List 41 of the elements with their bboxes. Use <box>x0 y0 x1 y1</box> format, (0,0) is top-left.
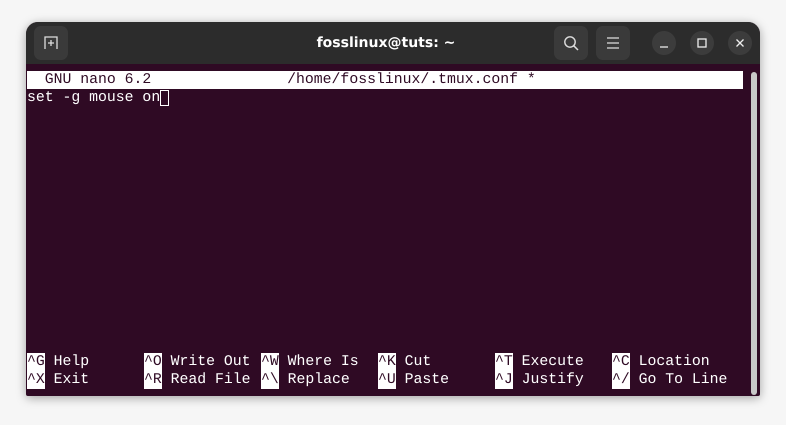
menu-button[interactable] <box>596 26 630 60</box>
shortcut-label: Justify <box>522 371 584 389</box>
shortcut-key: ^X <box>27 371 45 389</box>
shortcut-label: Exit <box>54 371 90 389</box>
editor-version: GNU nano 6.2 <box>44 71 152 89</box>
shortcut-key: ^U <box>378 371 396 389</box>
shortcut-key: ^\ <box>261 371 279 389</box>
minimize-icon <box>659 46 669 48</box>
shortcut-label: Cut <box>404 353 432 371</box>
shortcut-key: ^O <box>144 353 162 371</box>
shortcut-label: Location <box>638 353 710 371</box>
shortcut-label: Replace <box>288 371 350 389</box>
scrollbar[interactable] <box>751 72 757 395</box>
shortcut-label: Write Out <box>170 353 251 371</box>
shortcut-key: ^T <box>495 353 513 371</box>
shortcut-label: Execute <box>522 353 584 371</box>
shortcut-label: Where Is <box>288 353 359 371</box>
new-tab-icon <box>44 36 58 50</box>
file-name: /home/fosslinux/.tmux.conf * <box>287 71 536 89</box>
shortcut-label: Read File <box>170 371 251 389</box>
search-icon <box>563 35 579 51</box>
shortcut-label: Help <box>54 353 90 371</box>
shortcut-key: ^W <box>261 353 279 371</box>
search-button[interactable] <box>554 26 588 60</box>
code-line: set -g mouse on <box>27 89 160 107</box>
shortcut-key: ^G <box>27 353 45 371</box>
shortcut-key: ^R <box>144 371 162 389</box>
new-tab-button[interactable] <box>34 26 68 60</box>
maximize-icon <box>697 38 707 48</box>
shortcut-key: ^K <box>378 353 396 371</box>
close-icon <box>735 38 745 48</box>
close-button[interactable] <box>728 31 752 55</box>
shortcut-key: ^C <box>612 353 630 371</box>
shortcut-label: Go To Line <box>638 371 728 389</box>
shortcut-label: Paste <box>404 371 450 389</box>
maximize-button[interactable] <box>690 31 714 55</box>
minimize-button[interactable] <box>652 31 676 55</box>
menu-icon <box>606 37 620 49</box>
shortcut-key: ^J <box>495 371 513 389</box>
window-title: fosslinux@tuts: ~ <box>316 35 456 51</box>
shortcut-key: ^/ <box>612 371 630 389</box>
